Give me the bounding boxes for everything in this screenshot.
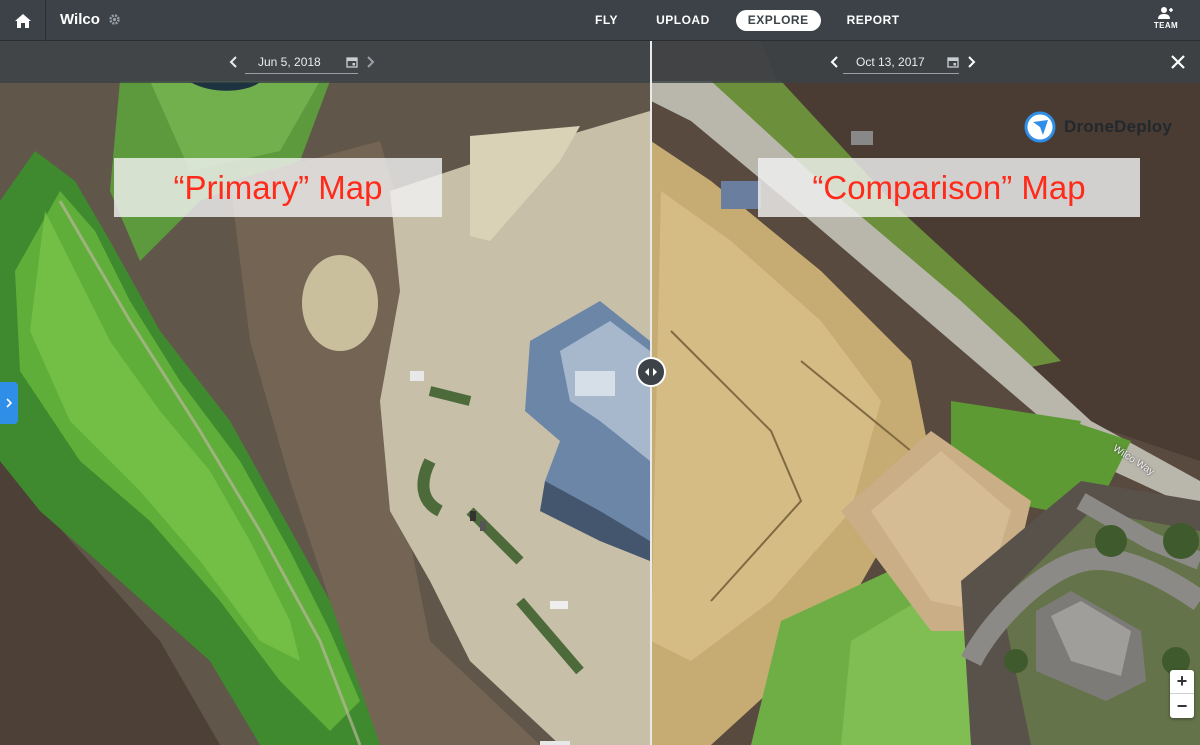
home-icon bbox=[14, 13, 31, 28]
main-tabs: FLY UPLOAD EXPLORE REPORT bbox=[583, 10, 926, 31]
comparison-date-bar: Oct 13, 2017 bbox=[651, 41, 1200, 83]
next-date-icon[interactable] bbox=[964, 53, 978, 71]
team-label: TEAM bbox=[1153, 21, 1179, 30]
team-button[interactable]: TEAM bbox=[1151, 6, 1181, 36]
comparison-map-imagery bbox=[651, 41, 1200, 745]
comparison-date-value: Oct 13, 2017 bbox=[856, 55, 925, 69]
primary-date-bar: Jun 5, 2018 bbox=[0, 41, 650, 83]
primary-map[interactable] bbox=[0, 41, 650, 745]
dronedeploy-logo-text: DroneDeploy bbox=[1064, 117, 1172, 136]
primary-map-annotation: “Primary” Map bbox=[114, 158, 442, 217]
primary-map-imagery bbox=[0, 41, 650, 745]
tab-upload[interactable]: UPLOAD bbox=[644, 10, 722, 31]
comparison-date-selector[interactable]: Oct 13, 2017 bbox=[843, 52, 959, 74]
zoom-controls: + − bbox=[1170, 670, 1194, 718]
project-name[interactable]: Wilco bbox=[60, 11, 100, 28]
top-navigation-bar: Wilco FLY UPLOAD EXPLORE REPORT TEAM bbox=[0, 0, 1200, 41]
primary-map-annotation-text: “Primary” Map bbox=[173, 168, 383, 206]
previous-date-icon[interactable] bbox=[828, 53, 842, 71]
calendar-icon bbox=[947, 57, 959, 68]
close-icon[interactable] bbox=[1168, 52, 1188, 72]
primary-date-value: Jun 5, 2018 bbox=[258, 55, 321, 69]
comparison-map[interactable] bbox=[651, 41, 1200, 745]
tab-explore[interactable]: EXPLORE bbox=[735, 10, 821, 31]
comparison-map-annotation-text: “Comparison” Map bbox=[812, 168, 1086, 206]
next-date-icon[interactable] bbox=[363, 53, 377, 71]
split-drag-handle[interactable] bbox=[636, 357, 666, 387]
previous-date-icon[interactable] bbox=[227, 53, 241, 71]
dronedeploy-logo-icon bbox=[1024, 111, 1056, 143]
expand-sidebar-button[interactable] bbox=[0, 382, 18, 424]
drag-arrows-icon bbox=[645, 368, 657, 376]
compare-divider[interactable] bbox=[650, 41, 652, 745]
tab-report[interactable]: REPORT bbox=[835, 10, 912, 31]
gear-icon[interactable] bbox=[108, 13, 121, 26]
home-button[interactable] bbox=[0, 0, 46, 41]
tab-fly[interactable]: FLY bbox=[583, 10, 630, 31]
zoom-in-button[interactable]: + bbox=[1170, 670, 1194, 694]
zoom-out-button[interactable]: − bbox=[1170, 694, 1194, 718]
chevron-right-icon bbox=[6, 398, 13, 408]
dronedeploy-logo: DroneDeploy bbox=[1024, 111, 1172, 143]
team-icon bbox=[1158, 7, 1173, 19]
calendar-icon bbox=[346, 57, 358, 68]
primary-date-selector[interactable]: Jun 5, 2018 bbox=[245, 52, 358, 74]
comparison-map-annotation: “Comparison” Map bbox=[758, 158, 1140, 217]
